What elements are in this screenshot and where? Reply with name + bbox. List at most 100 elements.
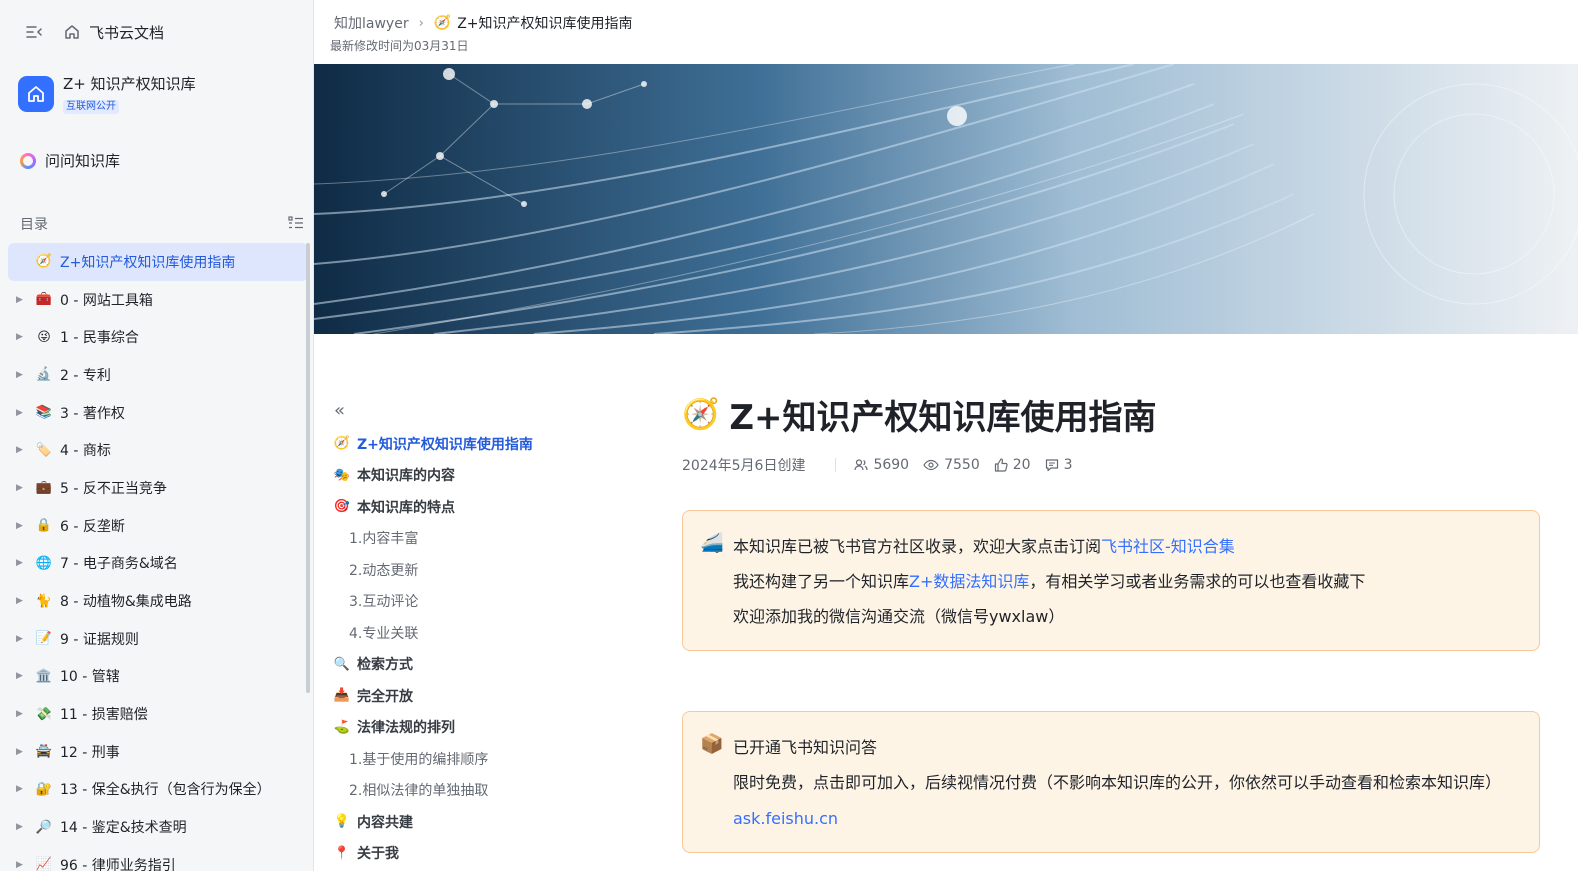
expand-arrow-icon[interactable]: ▶ [16,483,28,493]
expand-arrow-icon[interactable]: ▶ [16,860,28,870]
outline-item[interactable]: 🎯 本知识库的特点 [334,491,634,523]
sidebar-scrollbar[interactable] [306,243,310,693]
expand-arrow-icon[interactable]: ▶ [16,295,28,305]
callout-line: 本知识库已被飞书官方社区收录，欢迎大家点击订阅飞书社区-知识合集 [733,529,1523,564]
comment-icon [1045,459,1058,472]
sidebar-item-label: 12 - 刑事 [60,744,120,761]
knowledge-base-card[interactable]: Z+ 知识产权知识库 互联网公开 [18,74,196,114]
callout-text: 我还构建了另一个知识库 [733,572,910,591]
sidebar-item[interactable]: ▶ 🏛️ 10 - 管辖 [8,658,308,696]
sidebar-item[interactable]: 🧭 Z+知识产权知识库使用指南 [8,243,308,281]
outline-item[interactable]: ⛳ 法律法规的排列 [334,712,634,744]
sidebar-item[interactable]: ▶ 🏷️ 4 - 商标 [8,431,308,469]
sidebar-item-label: 8 - 动植物&集成电路 [60,594,192,611]
callout-line: 限时免费，点击即可加入，后续视情况付费（不影响本知识库的公开，你依然可以手动查看… [733,773,1502,792]
sidebar-item-label: 3 - 著作权 [60,405,125,422]
expand-arrow-icon[interactable]: ▶ [16,596,28,606]
page-emoji-icon: 🐈 [35,593,53,609]
main-content: 知加lawyer › 🧭 Z+知识产权知识库使用指南 最新修改时间为03月31日 [314,0,1578,871]
sidebar-item[interactable]: ▶ 📚 3 - 著作权 [8,394,308,432]
collapse-outline-icon[interactable]: « [334,400,634,428]
expand-arrow-icon[interactable]: ▶ [16,709,28,719]
callout-line: 我还构建了另一个知识库Z+数据法知识库，有相关学习或者业务需求的可以也查看收藏下 [733,564,1523,599]
home-icon[interactable] [57,17,87,47]
expand-arrow-icon[interactable]: ▶ [16,634,28,644]
doc-title-row: 🧭 Z+知识产权知识库使用指南 [682,390,1542,438]
views-stat[interactable]: 7550 [923,457,980,473]
sidebar-item[interactable]: ▶ 🔬 2 - 专利 [8,356,308,394]
chevron-right-icon: › [418,15,424,31]
outline-item[interactable]: 4.专业关联 [334,617,634,649]
app-window: 飞书云文档 Z+ 知识产权知识库 互联网公开 问问知识库 目录 🧭 Z+知识产权知… [0,0,1578,871]
train-icon: 🚄 [700,532,724,554]
kb-home-icon [18,76,54,112]
expand-arrow-icon[interactable]: ▶ [16,671,28,681]
sidebar-item[interactable]: ▶ 💼 5 - 反不正当竞争 [8,469,308,507]
sidebar-item[interactable]: ▶ 📝 9 - 证据规则 [8,620,308,658]
outline-item[interactable]: 🧭 Z+知识产权知识库使用指南 [334,428,634,460]
expand-arrow-icon[interactable]: ▶ [16,332,28,342]
sidebar-item-label: 0 - 网站工具箱 [60,292,153,309]
sidebar-item-label: 14 - 鉴定&技术查明 [60,820,187,837]
breadcrumb-parent[interactable]: 知加lawyer [334,13,409,33]
page-emoji-icon: 🔬 [35,367,53,383]
outline-emoji-icon: 💡 [333,814,351,830]
expand-arrow-icon[interactable]: ▶ [16,408,28,418]
page-emoji-icon: 🔐 [35,781,53,797]
divider [835,458,837,472]
sidebar-item[interactable]: ▶ 🔎 14 - 鉴定&技术查明 [8,808,308,846]
sidebar-item[interactable]: ▶ 🚔 12 - 刑事 [8,733,308,771]
outline-item[interactable]: 1.内容丰富 [334,523,634,555]
toc-menu-icon[interactable] [288,215,304,234]
sidebar-item-label: 96 - 律师业务指引 [60,857,176,871]
outline-item[interactable]: 3.互动评论 [334,586,634,618]
expand-arrow-icon[interactable]: ▶ [16,558,28,568]
outline-item[interactable]: 2.动态更新 [334,554,634,586]
doc-stats: 2024年5月6日创建 5690 7550 20 3 [682,454,1542,476]
sidebar-item-label: 2 - 专利 [60,367,111,384]
sidebar-item[interactable]: ▶ 😜 1 - 民事综合 [8,318,308,356]
sidebar-item[interactable]: ▶ 🐈 8 - 动植物&集成电路 [8,582,308,620]
sidebar-item[interactable]: ▶ 📈 96 - 律师业务指引 [8,846,308,871]
feishu-community-link[interactable]: 飞书社区-知识合集 [1101,537,1235,556]
expand-arrow-icon[interactable]: ▶ [16,822,28,832]
collapse-sidebar-icon[interactable] [19,17,49,47]
likes-count: 20 [1012,457,1031,473]
outline-item[interactable]: 📥 完全开放 [334,680,634,712]
sidebar-item[interactable]: ▶ 💸 11 - 损害赔偿 [8,695,308,733]
outline-item[interactable]: 💡 内容共建 [334,806,634,838]
app-brand[interactable]: 飞书云文档 [89,22,164,43]
breadcrumb-current[interactable]: Z+知识产权知识库使用指南 [457,13,632,33]
sidebar-item[interactable]: ▶ 🔒 6 - 反垄断 [8,507,308,545]
thumbs-up-icon [994,458,1008,472]
package-icon: 📦 [700,733,724,755]
sidebar-item-label: 7 - 电子商务&域名 [60,556,178,573]
ask-feishu-link[interactable]: ask.feishu.cn [733,809,838,828]
expand-arrow-icon[interactable]: ▶ [16,370,28,380]
outline-item[interactable]: 📍 关于我 [334,838,634,870]
outline-item[interactable]: 🎭 本知识库的内容 [334,460,634,492]
outline-item[interactable]: 2.相似法律的单独抽取 [334,775,634,807]
outline-item[interactable]: 🔍 检索方式 [334,649,634,681]
readers-stat[interactable]: 5690 [854,457,909,473]
expand-arrow-icon[interactable]: ▶ [16,784,28,794]
likes-stat[interactable]: 20 [994,457,1031,473]
outline-label: 法律法规的排列 [357,720,455,737]
callout-qa: 📦 已开通飞书知识问答 限时免费，点击即可加入，后续视情况付费（不影响本知识库的… [682,711,1540,853]
page-emoji-icon: 💼 [35,480,53,496]
outline-emoji-icon: 🎭 [333,467,351,483]
outline-item[interactable]: 1.基于使用的编排顺序 [334,743,634,775]
expand-arrow-icon[interactable]: ▶ [16,747,28,757]
page-emoji-icon: 📚 [35,405,53,421]
page-emoji-icon: 😜 [37,329,51,345]
expand-arrow-icon[interactable]: ▶ [16,521,28,531]
sidebar-item[interactable]: ▶ 🧰 0 - 网站工具箱 [8,281,308,319]
sidebar-item[interactable]: ▶ 🔐 13 - 保全&执行（包含行为保全） [8,771,308,809]
page-emoji-icon: 🧭 [35,254,53,270]
sidebar-item[interactable]: ▶ 🌐 7 - 电子商务&域名 [8,545,308,583]
comments-stat[interactable]: 3 [1045,457,1072,473]
data-law-kb-link[interactable]: Z+数据法知识库 [909,572,1029,591]
ask-knowledge-base-button[interactable]: 问问知识库 [20,150,120,171]
expand-arrow-icon[interactable]: ▶ [16,445,28,455]
outline-label: 检索方式 [357,657,413,674]
